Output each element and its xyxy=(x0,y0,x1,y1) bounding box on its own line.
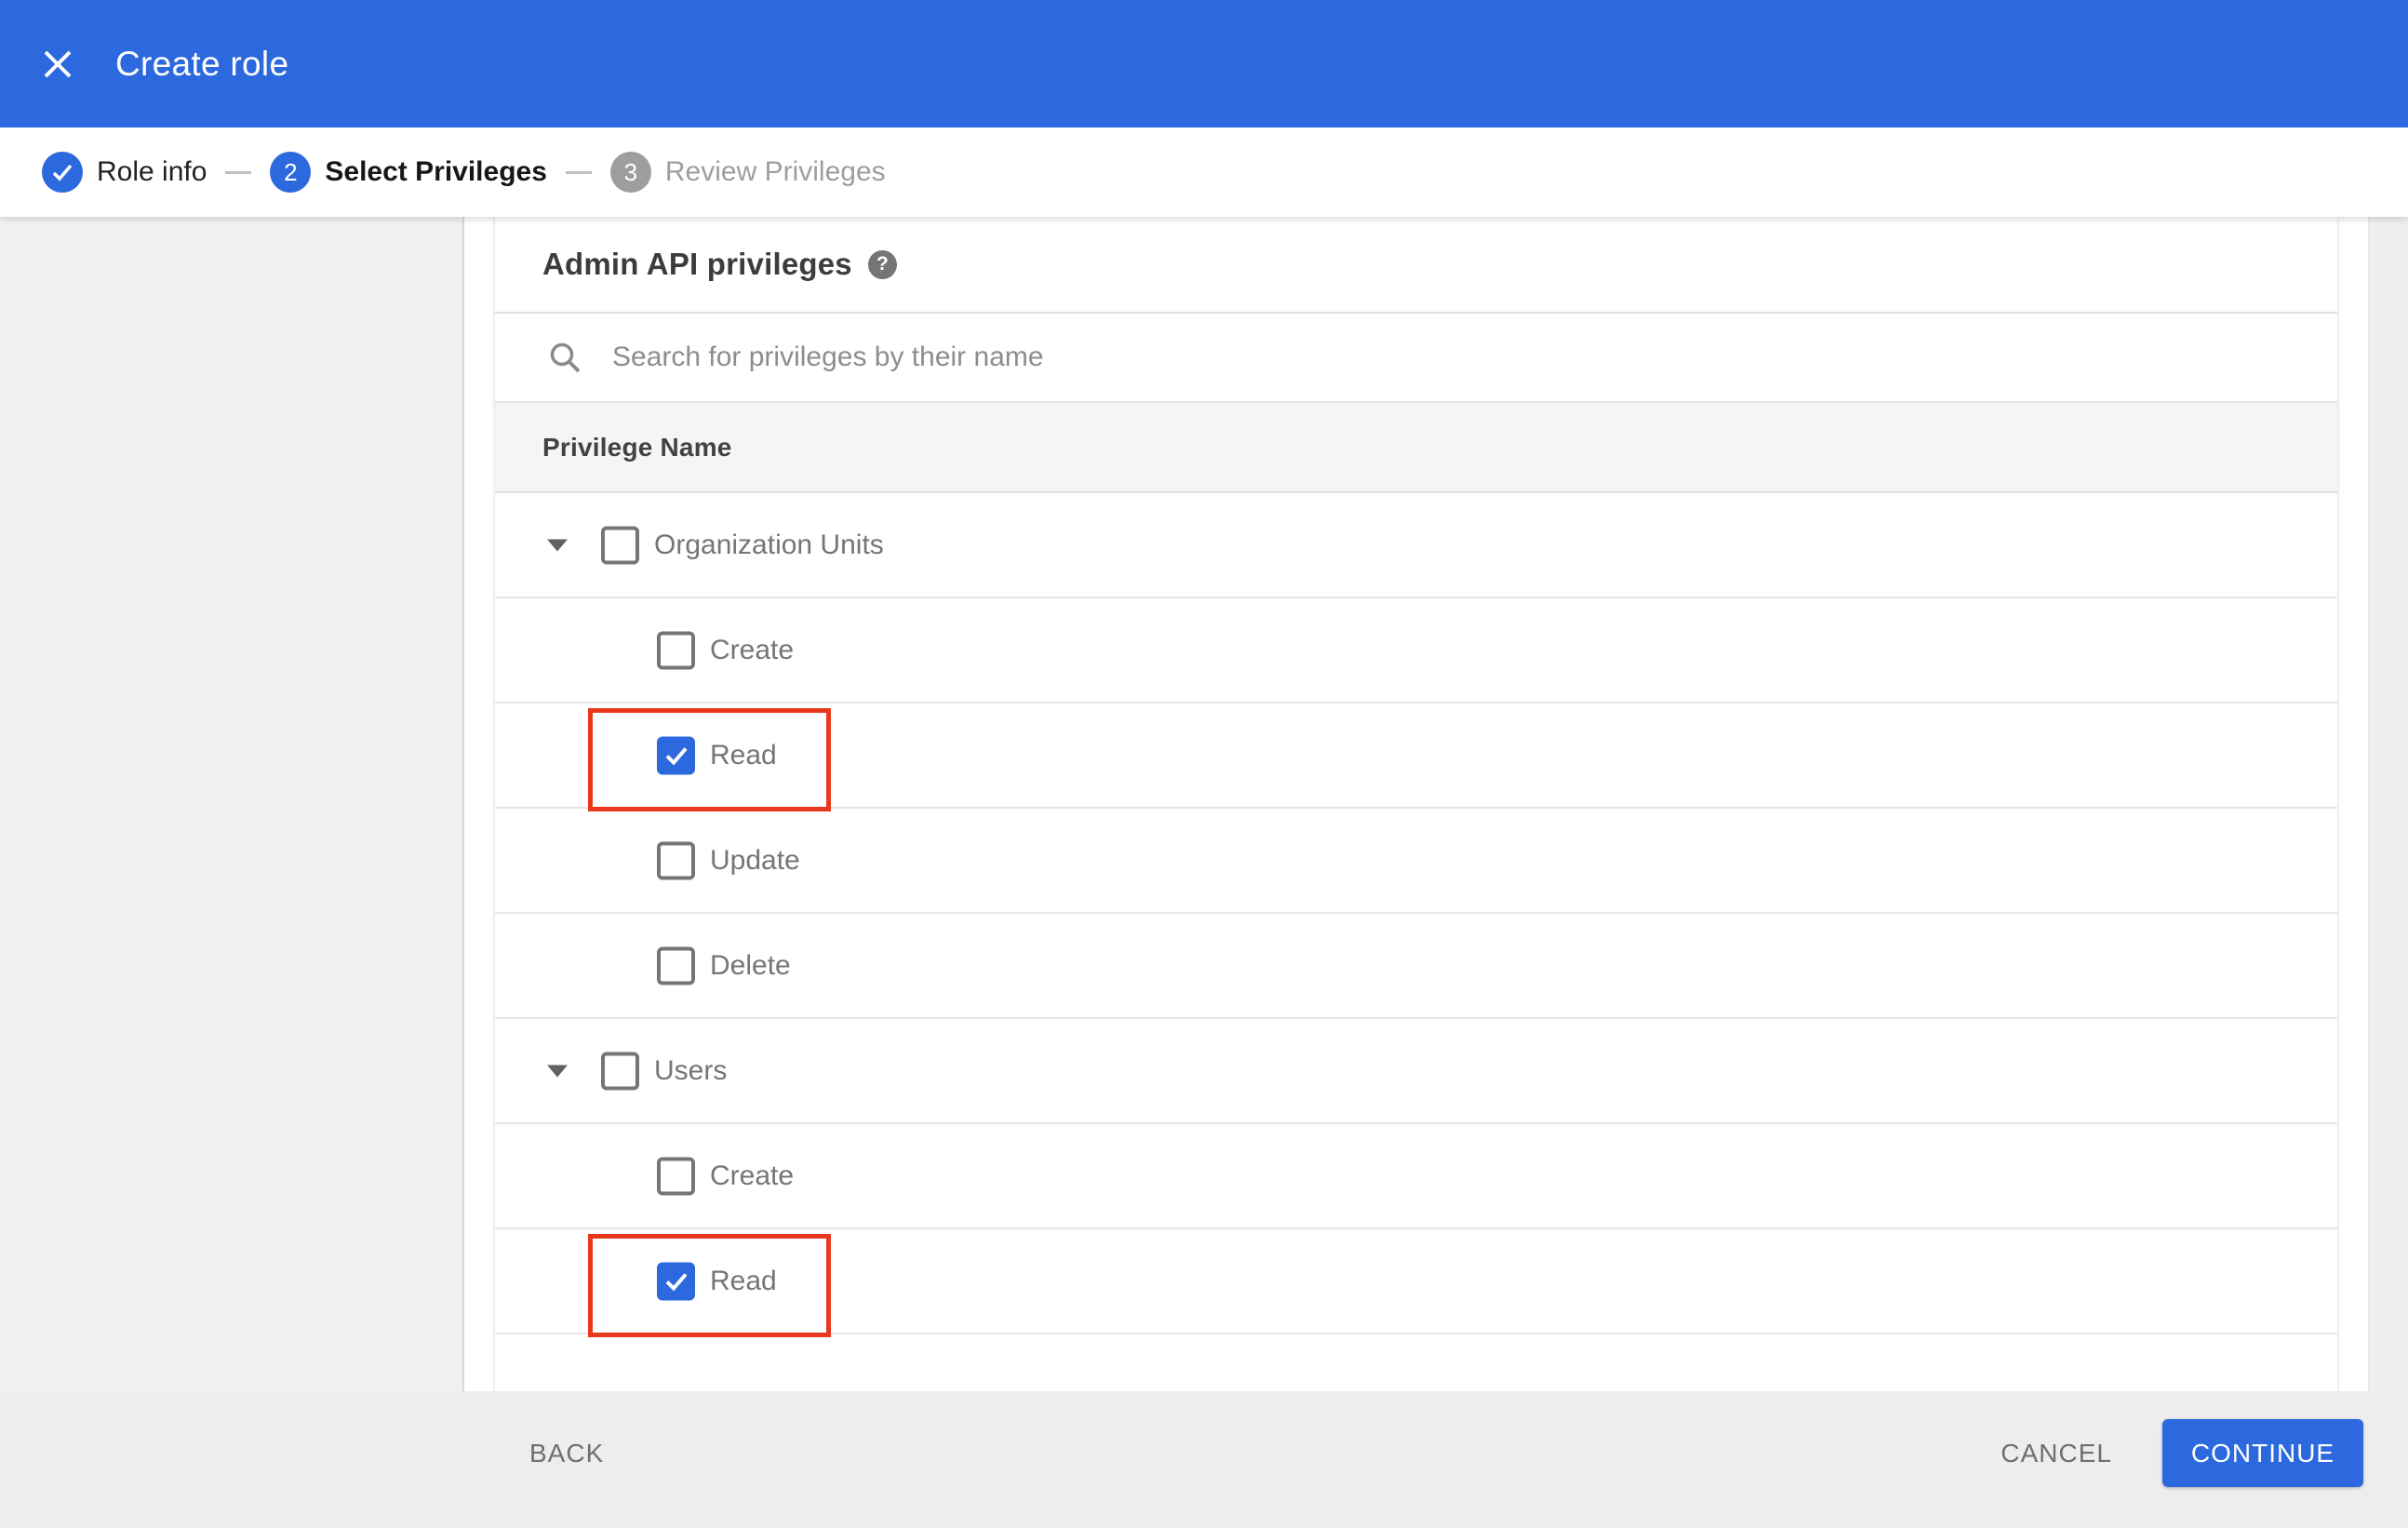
check-icon xyxy=(52,164,73,181)
step-1-label: Role info xyxy=(97,156,207,187)
left-gutter xyxy=(0,217,464,1391)
privilege-label: Users xyxy=(654,1054,728,1086)
step-role-info[interactable]: Role info xyxy=(42,152,207,193)
privilege-row: Organization Units xyxy=(495,493,2337,598)
checkbox-unchecked[interactable] xyxy=(601,1052,639,1090)
checkbox-checked[interactable] xyxy=(657,1262,695,1300)
expand-caret-icon[interactable] xyxy=(547,1065,568,1077)
step-select-privileges[interactable]: 2 Select Privileges xyxy=(270,152,547,193)
privilege-label: Update xyxy=(710,844,800,876)
privilege-label: Organization Units xyxy=(654,529,884,560)
right-gutter xyxy=(2368,217,2408,1391)
privilege-label: Create xyxy=(710,634,795,665)
step-2-label: Select Privileges xyxy=(325,156,547,187)
privilege-row: Delete xyxy=(495,914,2337,1019)
privilege-row: Users xyxy=(495,1019,2337,1124)
step-3-circle: 3 xyxy=(609,152,651,193)
privilege-row: Read xyxy=(495,1229,2337,1337)
checkbox-unchecked[interactable] xyxy=(657,946,695,985)
stepper: Role info 2 Select Privileges 3 Review P… xyxy=(0,127,2408,217)
checkbox-unchecked[interactable] xyxy=(657,1157,695,1195)
column-header-privilege-name: Privilege Name xyxy=(542,432,732,462)
check-icon xyxy=(665,1272,688,1291)
step-3-label: Review Privileges xyxy=(664,156,886,187)
back-button[interactable]: BACK xyxy=(529,1439,604,1468)
checkbox-unchecked[interactable] xyxy=(657,631,695,669)
table-header-row: Privilege Name xyxy=(495,403,2337,493)
search-icon xyxy=(550,342,581,372)
privilege-label: Delete xyxy=(710,949,791,981)
step-review-privileges[interactable]: 3 Review Privileges xyxy=(609,152,886,193)
privilege-row: Create xyxy=(495,598,2337,704)
check-icon xyxy=(665,746,688,765)
privilege-label: Read xyxy=(710,1265,777,1296)
privilege-row: Create xyxy=(495,1124,2337,1229)
privileges-table: Organization Units Create Read Update Delete… xyxy=(495,493,2337,1337)
expand-caret-icon[interactable] xyxy=(547,539,568,551)
search-input[interactable] xyxy=(612,342,2008,373)
help-icon[interactable]: ? xyxy=(867,249,897,279)
create-role-dialog: Create role Role info 2 Select Privilege… xyxy=(0,0,2408,1528)
step-1-circle xyxy=(42,152,83,193)
workspace: Admin API privileges ? Privilege Name Or… xyxy=(0,217,2408,1391)
privilege-row: Update xyxy=(495,809,2337,914)
step-separator xyxy=(565,170,592,174)
panel-title: Admin API privileges xyxy=(542,247,852,281)
privileges-card: Admin API privileges ? Privilege Name Or… xyxy=(495,217,2337,1391)
checkbox-unchecked[interactable] xyxy=(601,526,639,564)
checkbox-unchecked[interactable] xyxy=(657,841,695,879)
card-heading: Admin API privileges ? xyxy=(495,217,2337,314)
privilege-label: Create xyxy=(710,1159,795,1191)
dialog-title: Create role xyxy=(115,44,289,83)
step-separator xyxy=(225,170,252,174)
privilege-label: Read xyxy=(710,739,777,771)
close-icon[interactable] xyxy=(37,44,78,85)
dialog-footer: BACK CANCEL CONTINUE xyxy=(0,1391,2408,1528)
clipped-row xyxy=(495,1334,2337,1389)
cancel-button[interactable]: CANCEL xyxy=(2000,1439,2112,1468)
search-row xyxy=(495,314,2337,403)
privilege-row: Read xyxy=(495,704,2337,811)
checkbox-checked[interactable] xyxy=(657,736,695,774)
step-2-circle: 2 xyxy=(270,152,312,193)
dialog-titlebar: Create role xyxy=(0,0,2408,127)
continue-button[interactable]: CONTINUE xyxy=(2162,1419,2363,1487)
close-x-glyph xyxy=(44,50,72,77)
